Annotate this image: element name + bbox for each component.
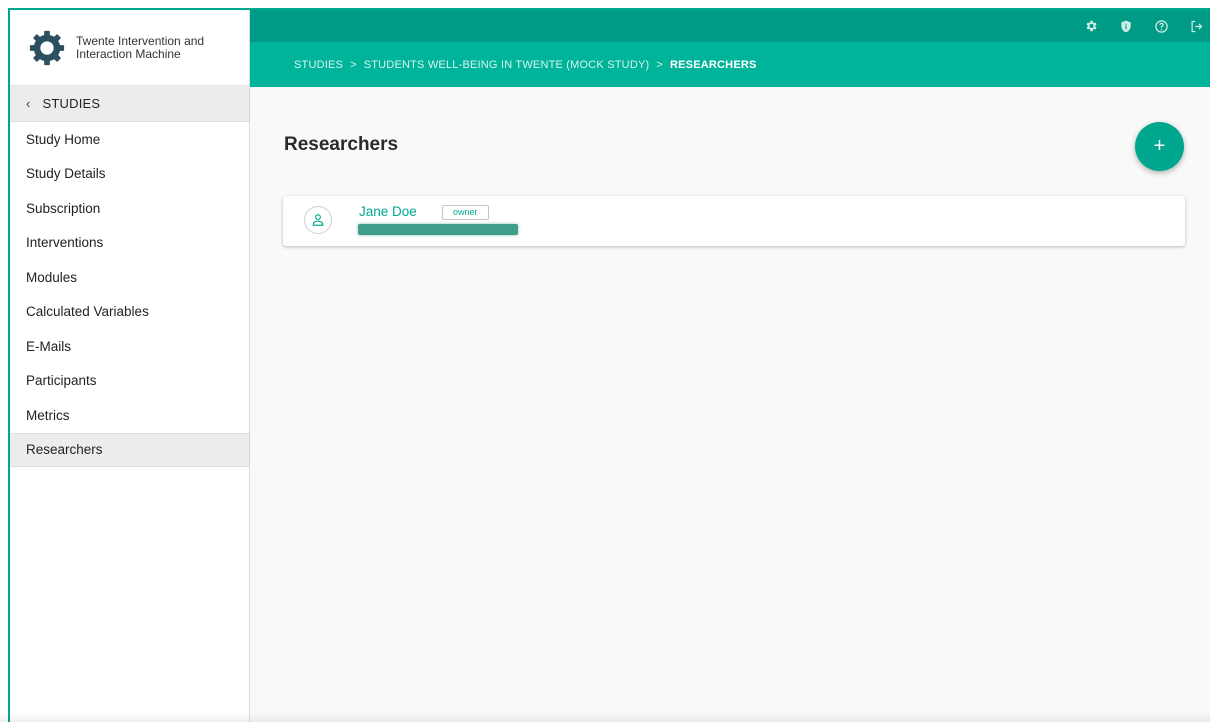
sidebar-item-study-home[interactable]: Study Home [10, 122, 249, 157]
avatar [304, 206, 332, 234]
study-nav: Study Home Study Details Subscription In… [10, 122, 249, 467]
user-icon [312, 214, 324, 226]
brand[interactable]: Twente Intervention and Interaction Mach… [10, 10, 249, 86]
breadcrumb-studies[interactable]: STUDIES [294, 59, 343, 71]
bottom-shadow [0, 712, 1210, 722]
back-to-studies-button[interactable]: ‹ STUDIES [10, 86, 249, 122]
app-name-line2: Interaction Machine [76, 46, 181, 61]
logout-icon[interactable] [1188, 18, 1204, 34]
gear-icon[interactable] [1083, 18, 1099, 34]
plus-icon: + [1153, 135, 1166, 157]
researcher-name[interactable]: Jane Doe [359, 204, 417, 219]
sidebar-item-researchers[interactable]: Researchers [10, 432, 249, 467]
sidebar: Twente Intervention and Interaction Mach… [10, 10, 250, 722]
chevron-left-icon: ‹ [26, 96, 31, 111]
sidebar-item-participants[interactable]: Participants [10, 364, 249, 399]
breadcrumb-separator: > [350, 58, 357, 71]
sidebar-item-metrics[interactable]: Metrics [10, 398, 249, 433]
breadcrumb-separator: > [656, 58, 663, 71]
help-icon[interactable] [1153, 18, 1169, 34]
add-researcher-button[interactable]: + [1135, 122, 1184, 171]
app-logo-icon [29, 30, 65, 65]
sidebar-item-subscription[interactable]: Subscription [10, 191, 249, 226]
back-label: STUDIES [42, 96, 101, 111]
breadcrumb: STUDIES > STUDENTS WELL-BEING IN TWENTE … [250, 42, 1210, 87]
top-bar [250, 10, 1210, 42]
page-title: Researchers [284, 134, 399, 155]
redacted-email [358, 224, 518, 235]
app-name: Twente Intervention and Interaction Mach… [76, 33, 205, 61]
researcher-card[interactable]: Jane Doe owner [283, 196, 1185, 246]
breadcrumb-current: RESEARCHERS [669, 58, 757, 71]
sidebar-item-e-mails[interactable]: E-Mails [10, 329, 249, 364]
sidebar-item-calculated-variables[interactable]: Calculated Variables [10, 295, 249, 330]
sidebar-item-study-details[interactable]: Study Details [10, 157, 249, 192]
role-badge: owner [442, 205, 489, 220]
sidebar-item-modules[interactable]: Modules [10, 260, 249, 295]
app-window: Twente Intervention and Interaction Mach… [8, 8, 1210, 722]
shield-icon[interactable] [1118, 18, 1134, 34]
breadcrumb-study[interactable]: STUDENTS WELL-BEING IN TWENTE (MOCK STUD… [364, 59, 650, 71]
top-actions [1083, 10, 1204, 42]
app-name-line1: Twente Intervention and [76, 33, 205, 48]
sidebar-item-interventions[interactable]: Interventions [10, 226, 249, 261]
